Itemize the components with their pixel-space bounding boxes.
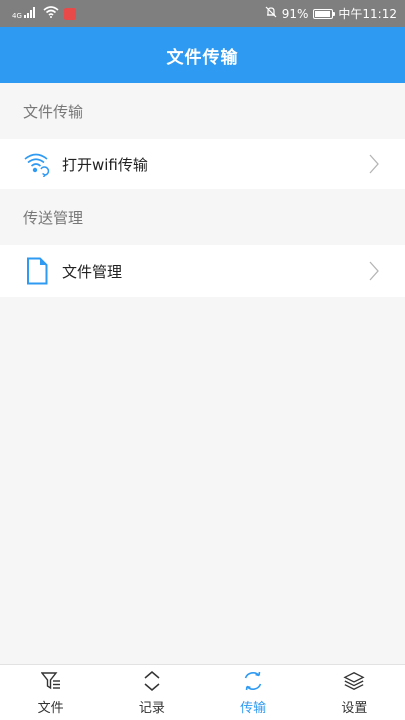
status-right: 91% 中午11:12 bbox=[265, 5, 397, 22]
tab-files-label: 文件 bbox=[37, 701, 64, 716]
status-bar: 4G 91% 中午11:12 bbox=[0, 0, 405, 27]
clock: 中午11:12 bbox=[338, 7, 397, 21]
tab-records-label: 记录 bbox=[138, 701, 165, 716]
battery-icon bbox=[313, 8, 336, 19]
expand-icon bbox=[141, 670, 163, 692]
main-content: 文件传输 打开wifi传输 传送管理 文件管理 bbox=[0, 83, 405, 297]
signal-icon bbox=[23, 6, 38, 21]
document-icon bbox=[22, 256, 52, 286]
tab-settings-label: 设置 bbox=[341, 701, 368, 716]
tab-files[interactable]: 文件 bbox=[0, 665, 101, 720]
section-label-transfer-management: 传送管理 bbox=[23, 208, 84, 227]
tab-transfer[interactable]: 传输 bbox=[203, 665, 304, 720]
file-management-label: 文件管理 bbox=[62, 262, 123, 281]
chevron-right-icon bbox=[367, 153, 381, 175]
open-wifi-transfer-row[interactable]: 打开wifi传输 bbox=[0, 139, 405, 189]
app-header: 文件传输 bbox=[0, 27, 405, 83]
mute-bell-icon bbox=[265, 6, 277, 21]
wifi-icon bbox=[43, 6, 59, 21]
layers-icon bbox=[343, 670, 365, 692]
page-title: 文件传输 bbox=[166, 47, 239, 68]
section-label-file-transfer: 文件传输 bbox=[23, 102, 84, 121]
open-wifi-transfer-label: 打开wifi传输 bbox=[62, 155, 148, 174]
bottom-tab-bar: 文件 记录 传输 设置 bbox=[0, 664, 405, 720]
wifi-transfer-icon bbox=[22, 149, 52, 179]
battery-percent: 91% bbox=[281, 6, 309, 21]
chevron-right-icon bbox=[367, 260, 381, 282]
status-left: 4G bbox=[12, 6, 76, 21]
sync-icon bbox=[242, 670, 264, 692]
filter-icon bbox=[40, 670, 62, 692]
tab-settings[interactable]: 设置 bbox=[304, 665, 405, 720]
app-notification-icon bbox=[63, 7, 76, 20]
file-management-row[interactable]: 文件管理 bbox=[0, 245, 405, 297]
network-type: 4G bbox=[12, 12, 22, 20]
tab-records[interactable]: 记录 bbox=[101, 665, 202, 720]
tab-transfer-label: 传输 bbox=[240, 701, 267, 716]
battery-level bbox=[315, 10, 330, 17]
